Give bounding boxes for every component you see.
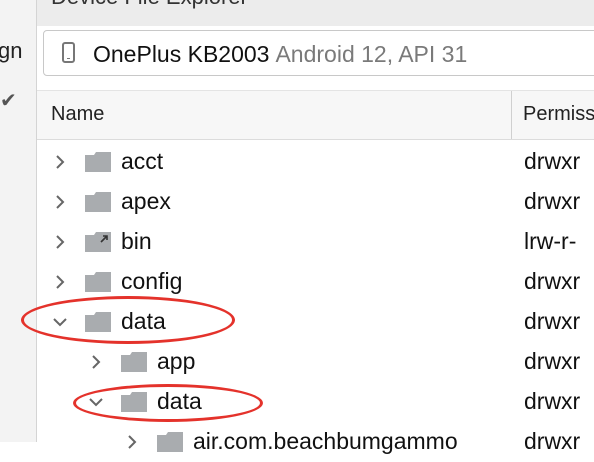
panel-title: Device File Explorer — [51, 0, 248, 10]
chevron-right-icon[interactable] — [87, 353, 105, 371]
tree-row[interactable]: apex drwxr — [37, 182, 594, 222]
folder-icon — [157, 432, 183, 452]
file-name: bin — [121, 228, 152, 254]
annotation-ellipse — [21, 296, 235, 344]
annotation-ellipse — [73, 384, 263, 422]
file-permissions: lrw-r- — [524, 228, 577, 254]
column-header-name[interactable]: Name — [51, 103, 104, 126]
device-selector[interactable]: OnePlus KB2003 Android 12, API 31 — [43, 30, 594, 76]
device-file-explorer-panel: Device File Explorer OnePlus KB2003Andro… — [21, 0, 594, 454]
checkmark-icon: ✔ — [0, 90, 17, 112]
table-header: Name Permiss — [37, 90, 594, 140]
folder-icon — [85, 272, 111, 292]
file-permissions: drwxr — [524, 188, 581, 214]
file-name: config — [121, 268, 183, 294]
file-permissions: drwxr — [524, 148, 581, 174]
file-permissions: drwxr — [524, 388, 581, 414]
tree-row[interactable]: bin lrw-r- — [37, 222, 594, 262]
tree-row[interactable]: air.com.beachbumgammo drwxr — [37, 422, 594, 462]
chevron-right-icon[interactable] — [123, 433, 141, 451]
file-name: app — [157, 348, 196, 374]
file-permissions: drwxr — [524, 348, 581, 374]
device-detail: Android 12, API 31 — [275, 41, 468, 67]
folder-icon — [85, 152, 111, 172]
device-label: OnePlus KB2003 Android 12, API 31 — [93, 41, 467, 68]
chevron-right-icon[interactable] — [51, 153, 69, 171]
file-name: acct — [121, 148, 164, 174]
left-side-panel: gn ✔ — [0, 0, 37, 442]
column-header-permissions[interactable]: Permiss — [523, 103, 594, 126]
folder-icon — [121, 352, 147, 372]
file-name: apex — [121, 188, 171, 214]
tree-row[interactable]: acct drwxr — [37, 142, 594, 182]
chevron-right-icon[interactable] — [51, 193, 69, 211]
device-name: OnePlus KB2003 — [93, 41, 270, 67]
file-permissions: drwxr — [524, 268, 581, 294]
chevron-right-icon[interactable] — [51, 233, 69, 251]
panel-titlebar: Device File Explorer — [37, 0, 594, 26]
file-permissions: drwxr — [524, 308, 581, 334]
chevron-right-icon[interactable] — [51, 273, 69, 291]
tree-row[interactable]: app drwxr — [37, 342, 594, 382]
phone-icon — [62, 42, 75, 63]
symlink-folder-icon — [85, 232, 111, 252]
folder-icon — [85, 192, 111, 212]
column-divider[interactable] — [511, 91, 512, 139]
left-panel-label: gn — [0, 38, 23, 63]
